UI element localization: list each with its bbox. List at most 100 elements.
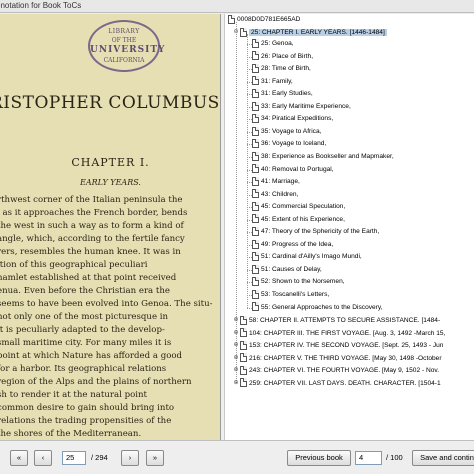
tree-section-label: 33: Early Maritime Experience, xyxy=(261,102,351,110)
tree-chapter-label: 153: CHAPTER IV. THE SECOND VOYAGE. [Sep… xyxy=(249,341,444,349)
document-icon xyxy=(240,365,247,375)
tree-chapter-label: 259: CHAPTER VII. LAST DAYS. DEATH. CHAR… xyxy=(249,379,441,387)
tree-section-item[interactable]: 36: Voyage to Iceland, xyxy=(252,138,326,150)
tree-section-label: 34: Piratical Expeditions, xyxy=(261,115,334,123)
expand-handle-icon[interactable]: ⊕ xyxy=(232,314,240,326)
tree-section-item[interactable]: 51: Cardinal d'Ailly's Imago Mundi, xyxy=(252,251,362,263)
tree-section-item[interactable]: 41: Marriage, xyxy=(252,176,300,188)
document-icon xyxy=(252,114,259,124)
page-total-label: / 294 xyxy=(91,453,108,462)
tree-section-label: 41: Marriage, xyxy=(261,178,300,186)
navigation-bar: « ‹ 25 / 294 › » Previous book 4 / 100 S… xyxy=(0,440,474,474)
tree-section-label: 31: Early Studies, xyxy=(261,90,313,98)
page-text-line: relations the trading propensities of th… xyxy=(0,416,172,426)
tree-section-item[interactable]: 31: Family, xyxy=(252,76,293,88)
tree-section-label: 28: Time of Birth, xyxy=(261,65,311,73)
tree-section-item[interactable]: 53: Toscanelli's Letters, xyxy=(252,289,329,301)
tree-section-item[interactable]: 33: Early Maritime Experience, xyxy=(252,101,351,113)
tree-section-label: 52: Shown to the Norsemen, xyxy=(261,278,345,286)
chapter-heading: CHAPTER I. xyxy=(71,156,150,169)
document-icon xyxy=(252,126,259,136)
tree-chapter-label: 216: CHAPTER V. THE THIRD VOYAGE. [May 3… xyxy=(249,354,442,362)
page-number-input[interactable]: 25 xyxy=(62,451,86,465)
expand-handle-icon[interactable]: ⊕ xyxy=(232,352,240,364)
tree-section-item[interactable]: 38: Experience as Bookseller and Mapmake… xyxy=(252,151,394,163)
document-icon xyxy=(252,227,259,236)
tree-section-label: 26: Place of Birth, xyxy=(261,52,314,60)
expand-handle-icon[interactable]: ⊕ xyxy=(232,339,240,351)
tree-section-item[interactable]: 35: Voyage to Africa, xyxy=(252,126,321,138)
expand-handle-icon[interactable]: ⊕ xyxy=(232,364,240,376)
page-text-line: rthwest corner of the Italian peninsula … xyxy=(0,195,183,205)
page-text-line: the west in such a way as to form a kind… xyxy=(0,221,184,231)
page-text-line: region of the Alps and the plains of nor… xyxy=(0,377,192,387)
document-icon xyxy=(252,38,259,48)
tree-section-item[interactable]: 40: Removal to Portugal, xyxy=(252,164,334,176)
tree-section-item[interactable]: 26: Place of Birth, xyxy=(252,51,313,63)
tree-chapter-item[interactable]: ⊕ 216: CHAPTER V. THE THIRD VOYAGE. [May … xyxy=(232,352,442,364)
tree-section-label: 25: Genoa, xyxy=(261,40,294,47)
tree-section-label: 47: Theory of the Sphericity of the Eart… xyxy=(261,228,380,236)
tree-chapter-item[interactable]: ⊕ 104: CHAPTER III. THE FIRST VOYAGE. [Au… xyxy=(232,327,445,339)
page-text-line: the shores of the Mediterranean. xyxy=(0,429,142,439)
book-number-input[interactable]: 4 xyxy=(355,451,382,465)
first-page-button[interactable]: « xyxy=(10,450,28,466)
tree-root[interactable]: 0008D0D781E665AD xyxy=(228,14,300,26)
page-text-line: enua. Even before the Christian era the xyxy=(0,286,170,296)
tree-chapter-label: 58: CHAPTER II. ATTEMPTS TO SECURE ASSIS… xyxy=(249,316,441,324)
tree-section-item[interactable]: 34: Piratical Expeditions, xyxy=(252,113,333,125)
previous-book-button[interactable]: Previous book xyxy=(287,450,351,466)
expand-handle-icon[interactable]: ⊕ xyxy=(232,377,240,389)
tree-section-item[interactable]: 52: Shown to the Norsemen, xyxy=(252,276,345,288)
document-icon xyxy=(252,63,259,73)
document-icon xyxy=(240,378,247,388)
tree-chapter-item[interactable]: ⊕ 153: CHAPTER IV. THE SECOND VOYAGE. [Se… xyxy=(232,339,443,351)
expand-handle-icon[interactable]: ⊕ xyxy=(232,327,240,339)
tree-section-item[interactable]: 43: Children, xyxy=(252,189,298,201)
document-icon xyxy=(240,353,247,363)
tree-section-item[interactable]: 45: Commercial Speculation, xyxy=(252,201,345,213)
document-icon xyxy=(252,189,259,199)
toc-tree[interactable]: 0008D0D781E665AD ⊖ 25: CHAPTER I. EARLY Y… xyxy=(224,14,474,440)
document-icon xyxy=(252,201,259,211)
previous-page-button[interactable]: ‹ xyxy=(34,450,52,466)
page-text: rthwest corner of the Italian peninsula … xyxy=(0,194,220,440)
tree-section-item[interactable]: 49: Progress of the Idea, xyxy=(252,239,333,251)
tree-section-item[interactable]: 47: Theory of the Sphericity of the Eart… xyxy=(252,226,379,238)
document-icon xyxy=(252,151,259,161)
tree-section-item[interactable]: 25: Genoa, xyxy=(252,38,294,50)
book-total-label: / 100 xyxy=(386,453,403,462)
tree-section-label: 51: Causes of Delay, xyxy=(261,265,322,273)
tree-section-label: 31: Family, xyxy=(261,77,293,85)
page-text-line: for a harbor. Its geographical relations xyxy=(0,364,167,374)
tree-chapter-1[interactable]: 25: CHAPTER I. EARLY YEARS. [1446-1484] xyxy=(249,28,387,36)
page-text-line: , as it approaches the French border, be… xyxy=(0,208,188,218)
tree-section-item[interactable]: 31: Early Studies, xyxy=(252,88,313,100)
tree-section-item[interactable]: 28: Time of Birth, xyxy=(252,63,311,75)
tree-section-item[interactable]: 45: Extent of his Experience, xyxy=(252,214,345,226)
tree-chapter-1-row[interactable]: ⊖ 25: CHAPTER I. EARLY YEARS. [1446-1484] xyxy=(232,26,387,38)
book-title: RISTOPHER COLUMBUS. xyxy=(0,93,221,113)
tree-section-item[interactable]: 55: General Approaches to the Discovery, xyxy=(252,302,383,314)
tree-section-label: 35: Voyage to Africa, xyxy=(261,127,322,135)
save-and-continue-button[interactable]: Save and contin xyxy=(412,450,474,466)
title-bar: onotation for Book ToCs xyxy=(0,0,474,13)
tree-section-label: 55: General Approaches to the Discovery, xyxy=(261,303,383,311)
tree-guide-line xyxy=(247,34,248,309)
document-icon xyxy=(240,27,247,37)
document-icon xyxy=(252,76,259,86)
tree-section-label: 40: Removal to Portugal, xyxy=(261,165,334,173)
tree-section-label: 36: Voyage to Iceland, xyxy=(261,140,327,148)
tree-section-item[interactable]: 51: Causes of Delay, xyxy=(252,264,322,276)
document-icon xyxy=(252,139,259,149)
document-icon xyxy=(252,51,259,61)
next-page-button[interactable]: › xyxy=(121,450,139,466)
page-text-line: hamlet established at that point receive… xyxy=(0,273,177,283)
page-text-line: seems to have been evolved into Genoa. T… xyxy=(0,299,213,309)
tree-chapter-item[interactable]: ⊕ 259: CHAPTER VII. LAST DAYS. DEATH. CHA… xyxy=(232,377,441,389)
last-page-button[interactable]: » xyxy=(146,450,164,466)
tree-section-label: 53: Toscanelli's Letters, xyxy=(261,291,330,298)
tree-chapter-item[interactable]: ⊕ 243: CHAPTER VI. THE FOURTH VOYAGE. [Ma… xyxy=(232,364,439,376)
document-icon xyxy=(240,328,247,338)
tree-chapter-item[interactable]: ⊕ 58: CHAPTER II. ATTEMPTS TO SECURE ASSI… xyxy=(232,314,440,326)
